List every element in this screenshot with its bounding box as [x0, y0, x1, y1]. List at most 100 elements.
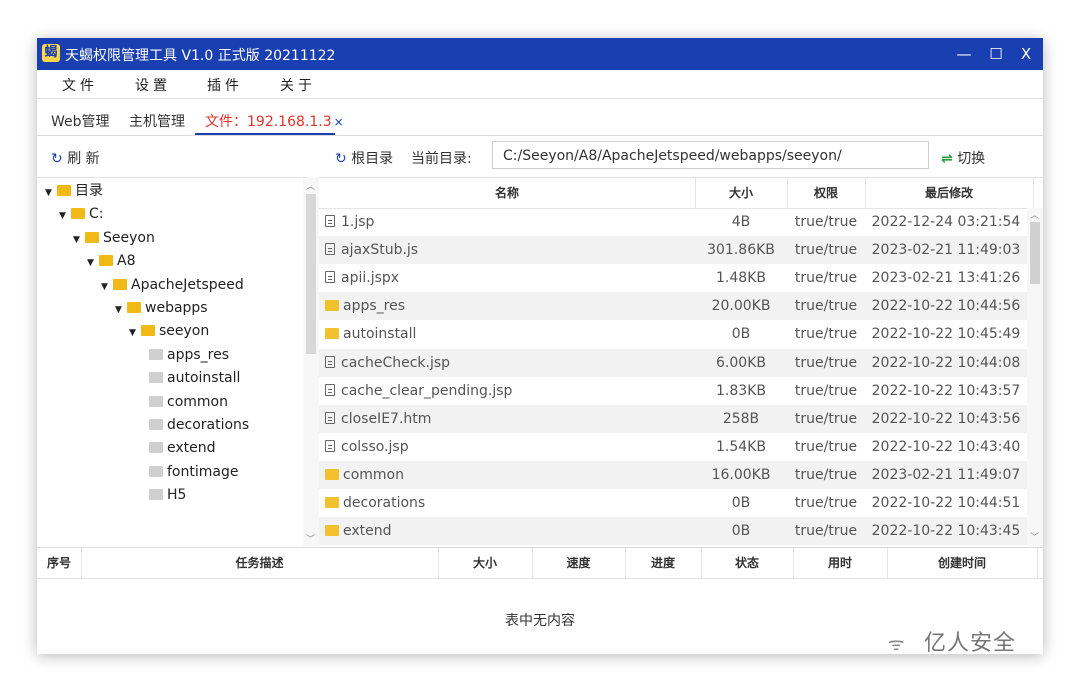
- expand-arrow-icon[interactable]: ▼: [87, 252, 99, 275]
- col-size[interactable]: 大小: [695, 178, 788, 208]
- switch-label: 切换: [957, 151, 986, 167]
- table-row[interactable]: extend 0B true/true 2022-10-22 10:43:45: [319, 517, 1027, 546]
- col-index[interactable]: 序号: [37, 548, 82, 578]
- tree-item[interactable]: H5: [143, 484, 186, 507]
- col-duration[interactable]: 用时: [793, 548, 888, 578]
- switch-button[interactable]: ⇌ 切换: [941, 148, 985, 168]
- tab-host-manage[interactable]: 主机管理: [129, 111, 185, 131]
- col-speed[interactable]: 速度: [532, 548, 626, 578]
- folder-icon: [141, 325, 155, 337]
- scroll-down-icon[interactable]: ﹀: [306, 532, 315, 545]
- table-row[interactable]: colsso.jsp 1.54KB true/true 2022-10-22 10:4…: [319, 433, 1027, 461]
- tree-item-label: H5: [167, 487, 187, 504]
- folder-icon: [127, 302, 141, 313]
- file-name-cell: extend: [325, 517, 392, 545]
- file-size: 1.83KB: [716, 382, 766, 399]
- col-task-size[interactable]: 大小: [438, 548, 533, 578]
- file-scroll-thumb[interactable]: [1030, 222, 1040, 284]
- table-row[interactable]: apii.jspx 1.48KB true/true 2023-02-21 13:41…: [319, 264, 1027, 292]
- col-created[interactable]: 创建时间: [887, 548, 1038, 578]
- menu-about[interactable]: 关于: [280, 75, 316, 95]
- title-bar: 蝎 天蝎权限管理工具 V1.0 正式版 20211122 — ☐ X: [37, 38, 1043, 70]
- expand-arrow-icon[interactable]: ▼: [45, 182, 57, 205]
- table-row[interactable]: apps_res 20.00KB true/true 2022-10-22 10:44…: [319, 292, 1027, 321]
- folder-icon: [149, 442, 163, 454]
- tree-item-label: autoinstall: [167, 370, 241, 387]
- col-progress[interactable]: 进度: [625, 548, 702, 578]
- tree-item-label: A8: [117, 253, 136, 270]
- tab-web-manage[interactable]: Web管理: [51, 111, 110, 131]
- table-row[interactable]: 1.jsp 4B true/true 2022-12-24 03:21:54: [319, 208, 1027, 236]
- tree-item[interactable]: ▼ ApacheJetspeed: [101, 274, 244, 297]
- col-permission[interactable]: 权限: [787, 178, 866, 208]
- file-name-cell: cache_clear_pending.jsp: [325, 377, 512, 405]
- tree-scroll-thumb[interactable]: [306, 194, 316, 354]
- file-permission: true/true: [794, 382, 858, 399]
- tree-item[interactable]: fontimage: [143, 461, 238, 484]
- expand-arrow-icon[interactable]: ▼: [59, 205, 71, 228]
- tree-item[interactable]: ▼ A8: [87, 250, 135, 273]
- file-name: common: [343, 466, 404, 483]
- tree-item[interactable]: decorations: [143, 414, 249, 437]
- file-name-cell: common: [325, 461, 404, 489]
- maximize-button[interactable]: ☐: [981, 43, 1011, 65]
- expand-arrow-icon[interactable]: ▼: [73, 229, 85, 252]
- task-table-header: 序号 任务描述 大小 速度 进度 状态 用时 创建时间: [37, 547, 1043, 579]
- tree-item[interactable]: apps_res: [143, 344, 229, 367]
- menu-plugins[interactable]: 插件: [207, 75, 243, 95]
- tree-scrollbar[interactable]: ︿ ﹀: [303, 178, 319, 546]
- expand-arrow-icon[interactable]: ▼: [101, 276, 113, 299]
- scroll-up-icon[interactable]: ︿: [1030, 208, 1039, 221]
- file-scrollbar[interactable]: ︿ ﹀: [1027, 208, 1043, 546]
- table-row[interactable]: cacheCheck.jsp 6.00KB true/true 2022-10-22 …: [319, 348, 1027, 377]
- tree-item[interactable]: ▼ seeyon: [129, 320, 209, 343]
- tree-item-label: webapps: [145, 300, 208, 316]
- refresh-button[interactable]: ↻ 刷 新: [51, 148, 100, 168]
- window-title: 天蝎权限管理工具 V1.0 正式版 20211122: [65, 48, 336, 64]
- col-task-desc[interactable]: 任务描述: [81, 548, 439, 578]
- col-modified[interactable]: 最后修改: [865, 178, 1034, 208]
- file-size: 6.00KB: [716, 354, 766, 371]
- tree-item[interactable]: extend: [143, 437, 216, 460]
- file-size: 16.00KB: [711, 466, 771, 483]
- app-window: 蝎 天蝎权限管理工具 V1.0 正式版 20211122 — ☐ X 文件 设置…: [37, 38, 1043, 654]
- menu-bar: 文件 设置 插件 关于: [37, 70, 1043, 99]
- file-name: cacheCheck.jsp: [341, 354, 451, 371]
- watermark: ᯤ 亿人安全: [888, 625, 1016, 657]
- table-row[interactable]: decorations 0B true/true 2022-10-22 10:44:5…: [319, 489, 1027, 517]
- tree-item[interactable]: common: [143, 391, 228, 414]
- file-name-cell: ajaxStub.js: [325, 236, 418, 264]
- expand-arrow-icon[interactable]: ▼: [129, 322, 141, 345]
- scroll-down-icon[interactable]: ﹀: [1030, 530, 1039, 543]
- table-row[interactable]: closeIE7.htm 258B true/true 2022-10-22 10:4…: [319, 404, 1027, 433]
- root-dir-button[interactable]: ↻ 根目录: [335, 148, 393, 168]
- file-icon: [325, 271, 335, 284]
- file-toolbar: ↻ 根目录 当前目录: C:/Seeyon/A8/ApacheJetspeed/…: [319, 135, 1043, 178]
- tree-item-label: extend: [167, 440, 216, 457]
- folder-icon: [325, 468, 339, 480]
- tab-close-icon[interactable]: ×: [334, 115, 344, 129]
- menu-file[interactable]: 文件: [62, 75, 98, 95]
- tree-item[interactable]: ▼ Seeyon: [73, 227, 155, 250]
- path-input[interactable]: C:/Seeyon/A8/ApacheJetspeed/webapps/seey…: [492, 141, 929, 169]
- tree-item[interactable]: ▼ C:: [59, 203, 104, 226]
- tree-item[interactable]: autoinstall: [143, 367, 240, 390]
- table-row[interactable]: autoinstall 0B true/true 2022-10-22 10:45:4…: [319, 320, 1027, 348]
- close-button[interactable]: X: [1011, 43, 1041, 65]
- table-row[interactable]: common 16.00KB true/true 2023-02-21 11:49:0…: [319, 460, 1027, 489]
- tree-toolbar: ↻ 刷 新: [37, 135, 307, 178]
- tab-file-manager[interactable]: 文件：192.168.1.3 ×: [205, 111, 344, 131]
- scroll-up-icon[interactable]: ︿: [306, 179, 315, 192]
- expand-arrow-icon[interactable]: ▼: [115, 299, 127, 322]
- table-row[interactable]: ajaxStub.js 301.86KB true/true 2023-02-21 1…: [319, 236, 1027, 265]
- minimize-button[interactable]: —: [949, 43, 979, 65]
- file-permission: true/true: [794, 354, 858, 371]
- menu-settings[interactable]: 设置: [135, 75, 171, 95]
- col-name[interactable]: 名称: [319, 178, 696, 208]
- table-row[interactable]: cache_clear_pending.jsp 1.83KB true/true 20…: [319, 377, 1027, 405]
- col-status[interactable]: 状态: [701, 548, 794, 578]
- tree-item-label: fontimage: [167, 463, 239, 480]
- tree-item[interactable]: ▼ webapps: [115, 297, 208, 320]
- tree-item[interactable]: ▼ 目录: [45, 180, 103, 203]
- current-dir-label: 当前目录:: [411, 151, 472, 167]
